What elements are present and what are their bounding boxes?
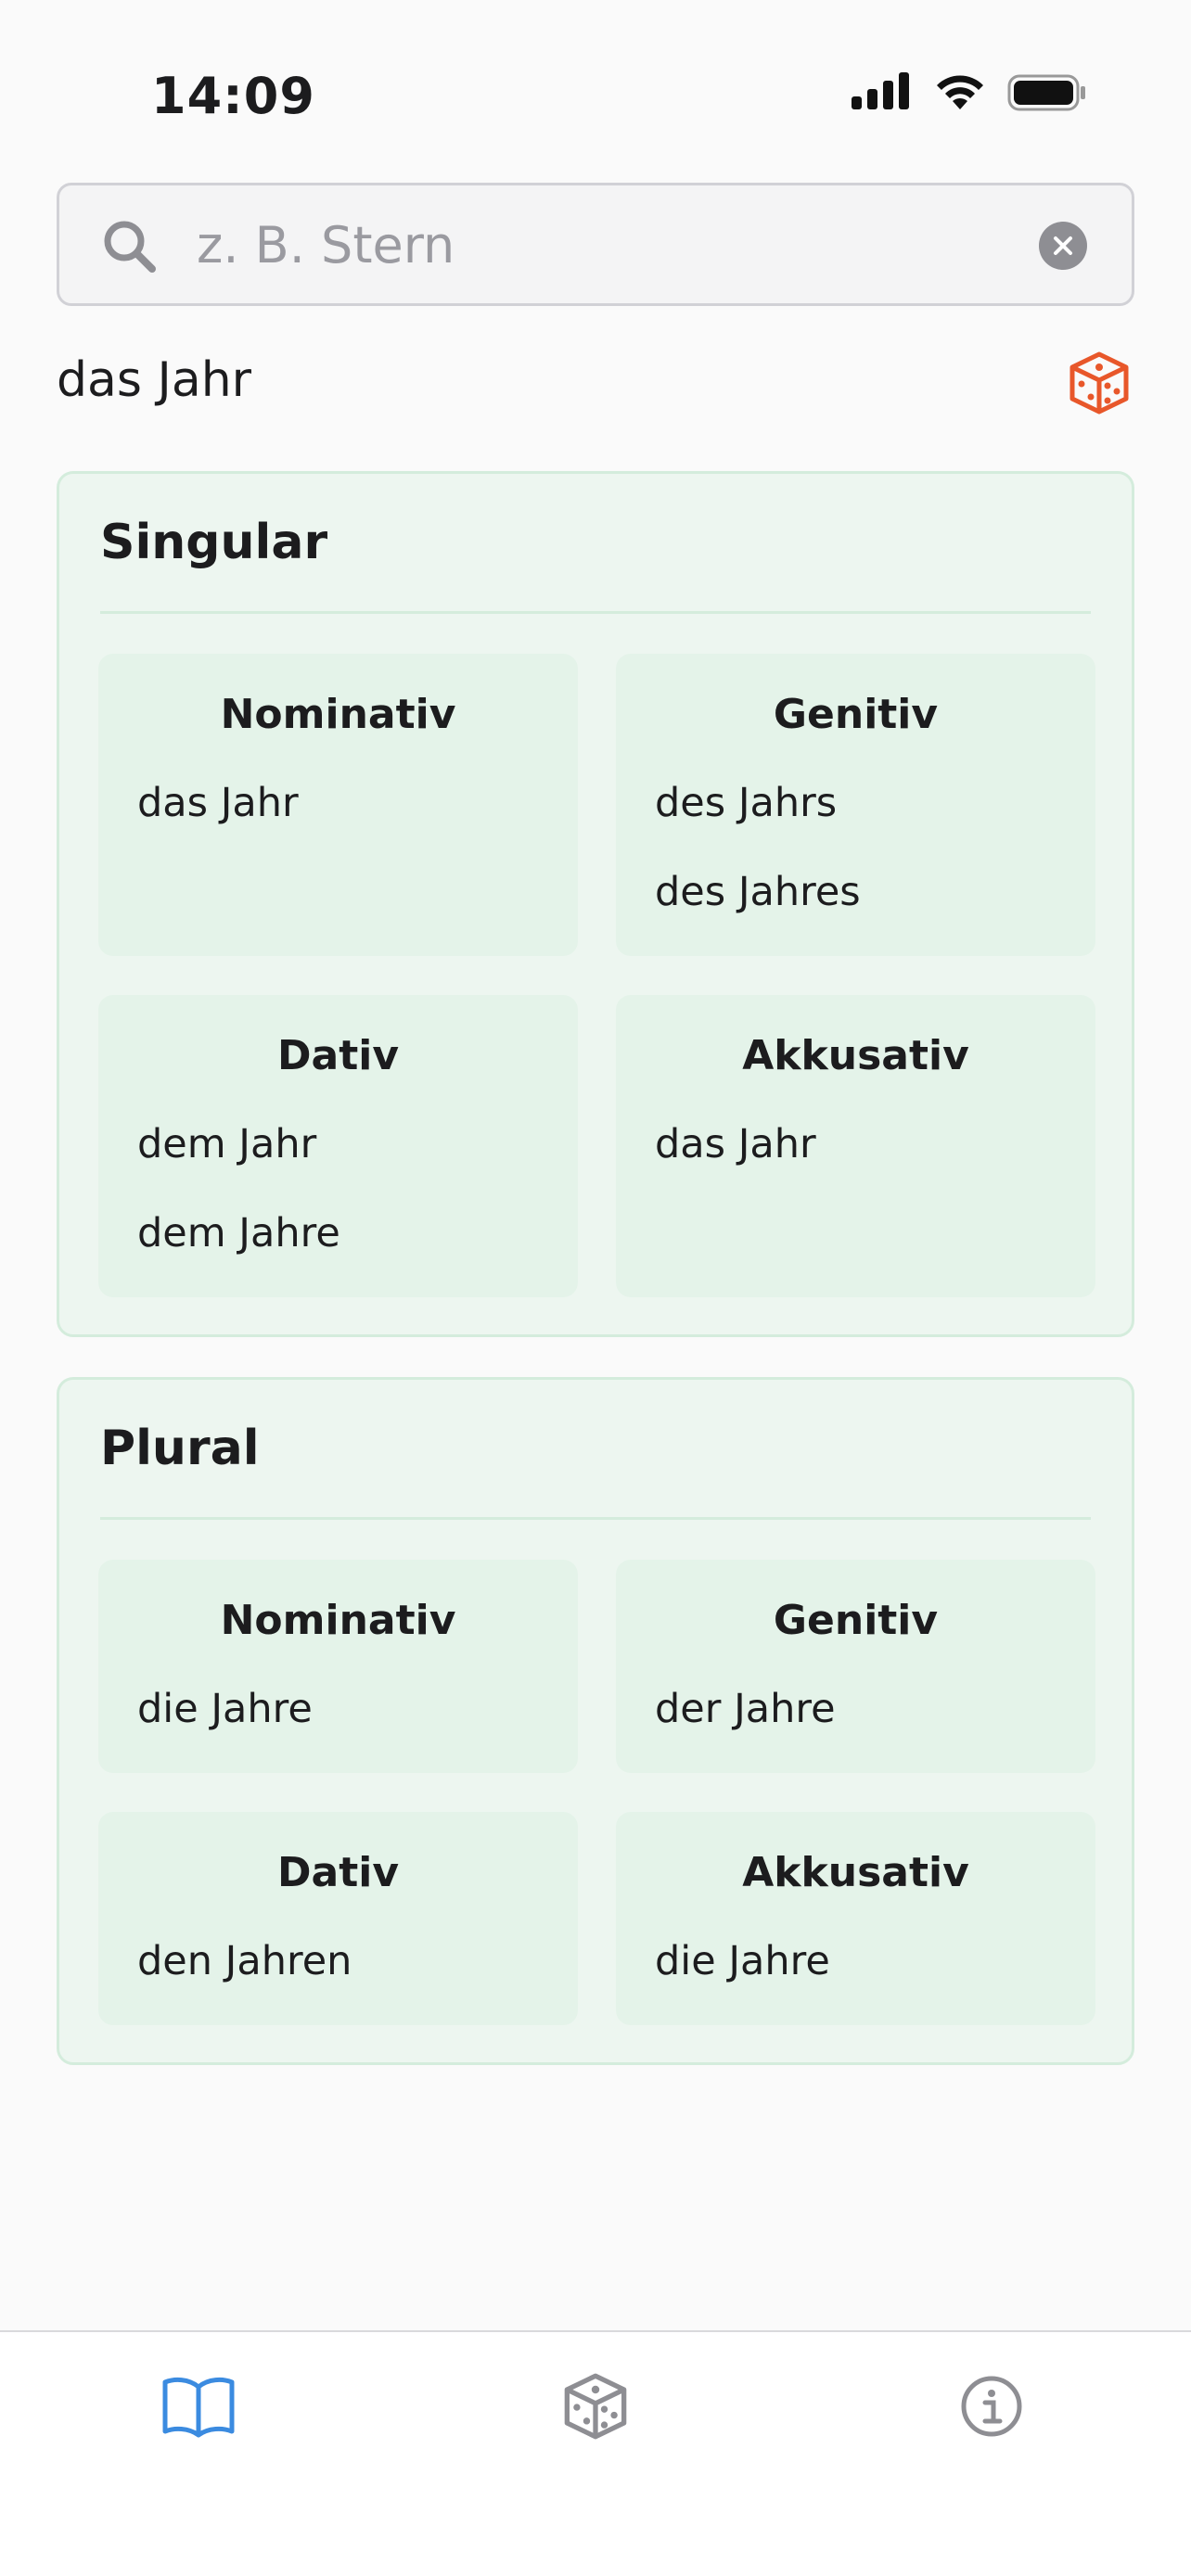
- case-form: die Jahre: [655, 1938, 830, 1984]
- case-label: Nominativ: [220, 1597, 456, 1644]
- case-label: Akkusativ: [742, 1849, 969, 1896]
- singular-card: Singular Nominativ das Jahr Genitiv des …: [57, 471, 1134, 1337]
- plural-dativ-cell: Dativ den Jahren: [98, 1812, 578, 2025]
- tab-bar: [0, 2330, 1191, 2576]
- singular-divider: [100, 611, 1091, 614]
- dice-icon: [564, 2373, 627, 2440]
- cellular-signal-icon: [852, 72, 909, 109]
- word-title: das Jahr: [57, 352, 252, 408]
- case-label: Dativ: [276, 1032, 399, 1079]
- clear-search-button[interactable]: [1039, 222, 1087, 270]
- info-icon: [961, 2376, 1022, 2437]
- search-input[interactable]: [197, 206, 1031, 284]
- search-icon: [104, 221, 156, 273]
- plural-akkusativ-cell: Akkusativ die Jahre: [616, 1812, 1095, 2025]
- plural-divider: [100, 1517, 1091, 1520]
- status-time: 14:09: [151, 67, 315, 125]
- wifi-icon: [937, 75, 983, 109]
- case-label: Genitiv: [773, 1597, 939, 1644]
- case-form: dem Jahr: [137, 1121, 317, 1167]
- book-icon: [162, 2377, 235, 2438]
- case-form: der Jahre: [655, 1686, 836, 1732]
- status-icons: [852, 72, 1087, 113]
- case-label: Genitiv: [773, 691, 939, 738]
- case-form: des Jahrs: [655, 780, 838, 826]
- dice-icon: [1069, 351, 1129, 414]
- plural-genitiv-cell: Genitiv der Jahre: [616, 1560, 1095, 1773]
- case-label: Dativ: [276, 1849, 399, 1896]
- search-bar[interactable]: [57, 183, 1134, 306]
- singular-akkusativ-cell: Akkusativ das Jahr: [616, 995, 1095, 1297]
- case-form: des Jahres: [655, 869, 861, 915]
- singular-genitiv-cell: Genitiv des Jahrs des Jahres: [616, 654, 1095, 956]
- case-label: Akkusativ: [742, 1032, 969, 1079]
- singular-nominativ-cell: Nominativ das Jahr: [98, 654, 578, 956]
- battery-icon: [1007, 74, 1085, 111]
- app-screen: 14:09 z. B. Stern das Jahr Singular Nomi…: [0, 0, 1191, 2576]
- tab-dictionary[interactable]: [143, 2360, 254, 2453]
- close-icon: [1054, 236, 1072, 255]
- tab-info[interactable]: [936, 2360, 1047, 2453]
- case-form: dem Jahre: [137, 1210, 340, 1256]
- case-form: den Jahren: [137, 1938, 352, 1984]
- case-form: die Jahre: [137, 1686, 313, 1732]
- case-form: das Jahr: [137, 780, 299, 826]
- plural-title: Plural: [100, 1421, 260, 1476]
- status-bar: 14:09: [0, 0, 1191, 176]
- random-word-button[interactable]: [1069, 351, 1130, 419]
- plural-card: Plural Nominativ die Jahre Genitiv der J…: [57, 1377, 1134, 2065]
- tab-random[interactable]: [540, 2360, 651, 2453]
- case-form: das Jahr: [655, 1121, 816, 1167]
- case-label: Nominativ: [220, 691, 456, 738]
- singular-dativ-cell: Dativ dem Jahr dem Jahre: [98, 995, 578, 1297]
- plural-nominativ-cell: Nominativ die Jahre: [98, 1560, 578, 1773]
- singular-title: Singular: [100, 515, 328, 570]
